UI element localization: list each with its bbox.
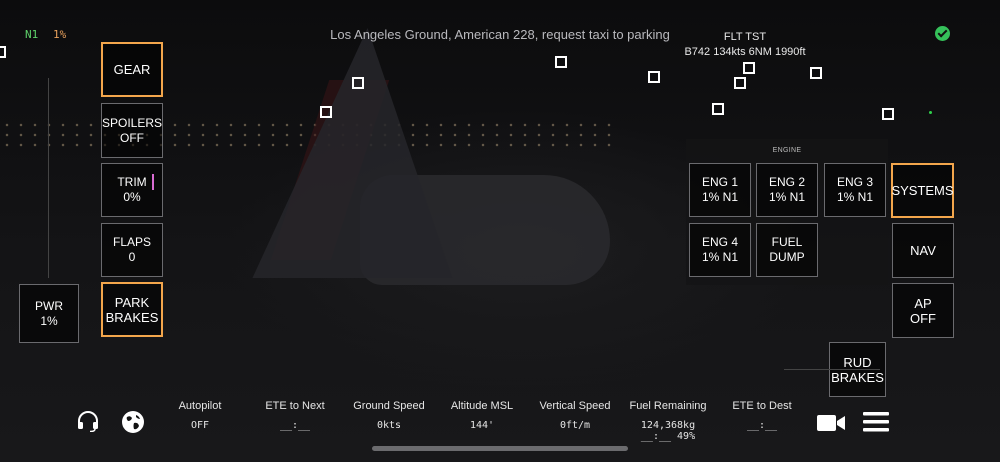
button-label: NAV xyxy=(910,243,936,258)
button-label: ENG 1 xyxy=(701,175,738,189)
hud-label: Autopilot xyxy=(178,400,222,412)
hud-value: 0ft/m xyxy=(559,420,591,431)
button-label-2: DUMP xyxy=(769,250,805,264)
engine-2-button[interactable]: ENG 2 1% N1 xyxy=(756,163,818,217)
button-value: 1% xyxy=(40,313,58,328)
button-label: GEAR xyxy=(113,62,151,77)
power-button[interactable]: PWR 1% xyxy=(19,284,79,343)
menu-icon[interactable] xyxy=(862,410,890,434)
button-value: OFF xyxy=(910,310,936,326)
flight-info: B742 134kts 6NM 1990ft xyxy=(684,46,806,58)
fuel-dump-button[interactable]: FUEL DUMP xyxy=(756,223,818,277)
gear-button[interactable]: GEAR xyxy=(101,42,163,97)
nav-button[interactable]: NAV xyxy=(892,223,954,278)
hud-vertical-speed: Vertical Speed 0ft/m xyxy=(530,400,620,431)
button-label: SYSTEMS xyxy=(891,183,954,198)
button-label: ENG 3 xyxy=(836,175,873,189)
traffic-dot xyxy=(929,111,932,114)
hud-label: ETE to Dest xyxy=(732,400,792,412)
autopilot-button[interactable]: AP OFF xyxy=(892,283,954,338)
globe-icon[interactable] xyxy=(121,410,145,434)
button-label: PWR xyxy=(35,298,63,313)
button-label: FLAPS xyxy=(112,235,151,249)
hud-label: Vertical Speed xyxy=(539,400,611,412)
hud-label: ETE to Next xyxy=(265,400,325,412)
target-bracket xyxy=(882,108,894,120)
button-value: 1% N1 xyxy=(701,190,739,204)
trim-button[interactable]: TRIM 0% xyxy=(101,163,163,217)
target-bracket xyxy=(0,46,6,58)
button-label: ENG 2 xyxy=(768,175,805,189)
button-label-2: BRAKES xyxy=(105,309,159,325)
hud-ete-next: ETE to Next __:__ xyxy=(250,400,340,431)
systems-button[interactable]: SYSTEMS xyxy=(891,163,954,218)
engine-panel-title: ENGINE xyxy=(772,147,802,154)
hud-autopilot: Autopilot OFF xyxy=(160,400,240,431)
target-bracket xyxy=(734,77,746,89)
engine-1-button[interactable]: ENG 1 1% N1 xyxy=(689,163,751,217)
button-value: 0% xyxy=(123,190,141,204)
divider xyxy=(784,369,880,370)
spoilers-button[interactable]: SPOILERS OFF xyxy=(101,103,163,158)
target-bracket xyxy=(648,71,660,83)
hud-value: 0kts xyxy=(376,420,402,431)
button-value: 1% N1 xyxy=(768,190,806,204)
button-label: AP xyxy=(914,295,932,311)
target-bracket xyxy=(712,103,724,115)
button-label-2: BRAKES xyxy=(831,369,884,385)
button-label: FUEL xyxy=(771,235,803,249)
button-value: OFF xyxy=(120,130,144,145)
button-label: TRIM xyxy=(117,175,147,189)
button-value: 1% N1 xyxy=(701,250,739,264)
throttle-track[interactable] xyxy=(48,78,49,278)
hud-value: 124,368kg xyxy=(640,420,696,431)
button-label: RUD xyxy=(843,354,872,370)
trim-indicator xyxy=(152,174,154,190)
hud-label: Ground Speed xyxy=(353,400,425,412)
hud-value: __:__ xyxy=(279,420,311,431)
hud-label: Fuel Remaining xyxy=(629,400,707,412)
hud-ground-speed: Ground Speed 0kts xyxy=(344,400,434,431)
camera-icon[interactable] xyxy=(816,412,846,434)
flight-title: FLT TST xyxy=(723,31,767,43)
hud-label: Altitude MSL xyxy=(450,400,514,412)
button-value: 1% N1 xyxy=(836,190,874,204)
park-brakes-button[interactable]: PARK BRAKES xyxy=(101,282,163,337)
check-circle-icon[interactable] xyxy=(935,26,950,41)
button-label: ENG 4 xyxy=(701,235,738,249)
target-bracket xyxy=(555,56,567,68)
flaps-button[interactable]: FLAPS 0 xyxy=(101,223,163,277)
engine-4-button[interactable]: ENG 4 1% N1 xyxy=(689,223,751,277)
button-value: 0 xyxy=(128,250,136,264)
hud-value-2: __:__ 49% xyxy=(640,431,696,442)
target-bracket xyxy=(352,77,364,89)
hud-value: OFF xyxy=(190,420,210,431)
target-bracket xyxy=(810,67,822,79)
button-label: SPOILERS xyxy=(101,115,163,130)
headset-icon[interactable] xyxy=(76,410,100,432)
target-bracket xyxy=(743,62,755,74)
atc-message: Los Angeles Ground, American 228, reques… xyxy=(330,27,670,42)
home-indicator[interactable] xyxy=(372,446,628,451)
target-bracket xyxy=(320,106,332,118)
hud-ete-dest: ETE to Dest __:__ xyxy=(717,400,807,431)
hud-value: 144' xyxy=(469,420,495,431)
hud-value: __:__ xyxy=(746,420,778,431)
hud-altitude: Altitude MSL 144' xyxy=(437,400,527,431)
button-label: PARK xyxy=(114,294,150,310)
aircraft-tail xyxy=(252,28,488,278)
hud-fuel: Fuel Remaining 124,368kg __:__ 49% xyxy=(622,400,714,442)
engine-3-button[interactable]: ENG 3 1% N1 xyxy=(824,163,886,217)
